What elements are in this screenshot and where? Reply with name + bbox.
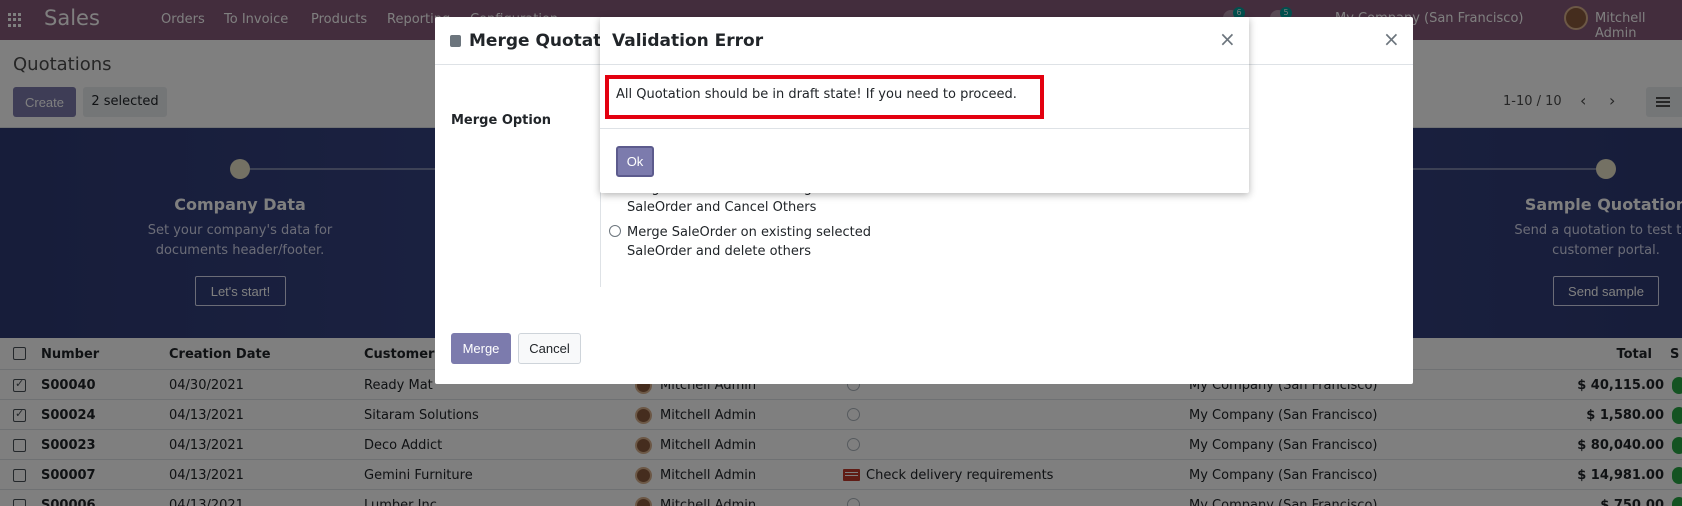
ok-button[interactable]: Ok xyxy=(616,146,654,177)
error-dialog-title: Validation Error xyxy=(612,31,764,51)
merge-button[interactable]: Merge xyxy=(451,333,511,364)
merge-option-delete-radio[interactable] xyxy=(609,225,621,237)
validation-error-dialog: Validation Error × All Quotation should … xyxy=(600,17,1249,193)
merge-option-label: Merge Option xyxy=(451,113,552,128)
error-dialog-body: All Quotation should be in draft state! … xyxy=(600,65,1249,129)
merge-close-icon[interactable]: × xyxy=(1383,27,1400,51)
cancel-button[interactable]: Cancel xyxy=(518,333,581,364)
error-message: All Quotation should be in draft state! … xyxy=(616,87,1017,102)
merge-icon xyxy=(450,35,461,47)
merge-option-delete-line2: SaleOrder and delete others xyxy=(627,244,811,259)
merge-option-cancel-line2: SaleOrder and Cancel Others xyxy=(627,200,817,215)
error-dialog-header: Validation Error × xyxy=(600,17,1249,65)
error-close-icon[interactable]: × xyxy=(1219,27,1236,51)
merge-option-delete-line1: Merge SaleOrder on existing selected xyxy=(627,225,871,240)
